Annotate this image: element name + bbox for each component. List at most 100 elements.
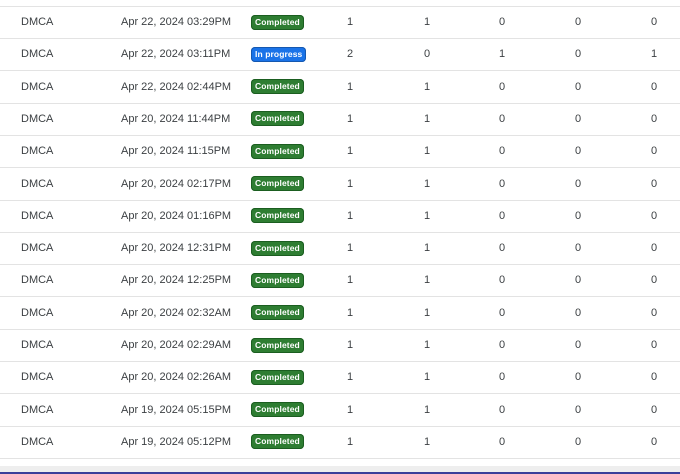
table-row[interactable]: DMCA Apr 20, 2024 02:29AM Completed 1 1 … <box>0 330 680 362</box>
request-date-cell: Apr 20, 2024 11:15PM <box>121 145 231 158</box>
status-cell: Completed <box>251 104 304 135</box>
count-cell-2: 1 <box>423 371 431 384</box>
count-cell-2: 0 <box>423 48 431 61</box>
count-cell-5: 0 <box>650 145 658 158</box>
table-row[interactable]: DMCA Apr 20, 2024 02:32AM Completed 1 1 … <box>0 298 680 330</box>
status-cell: Completed <box>251 7 304 38</box>
request-type-cell: DMCA <box>21 48 54 61</box>
count-cell-5: 0 <box>650 403 658 416</box>
table-row[interactable]: DMCA Apr 20, 2024 11:44PM Completed 1 1 … <box>0 104 680 136</box>
count-cell-4: 0 <box>574 48 582 61</box>
request-date-cell: Apr 20, 2024 02:26AM <box>121 371 232 384</box>
status-badge: Completed <box>251 176 304 192</box>
status-badge: In progress <box>251 46 307 62</box>
count-cell-1: 1 <box>346 339 354 351</box>
request-date-cell: Apr 20, 2024 01:16PM <box>121 209 232 222</box>
count-cell-5: 0 <box>650 16 658 28</box>
status-badge: Completed <box>251 143 304 159</box>
status-cell: Completed <box>251 72 304 103</box>
count-cell-1: 2 <box>346 48 354 61</box>
request-type-cell: DMCA <box>21 145 54 158</box>
request-date-cell: Apr 22, 2024 03:29PM <box>121 16 232 28</box>
status-badge: Completed <box>251 111 304 127</box>
count-cell-3: 0 <box>498 145 506 158</box>
status-cell: Completed <box>251 136 304 167</box>
status-badge: Completed <box>251 79 304 95</box>
table-row[interactable]: DMCA Apr 20, 2024 11:15PM Completed 1 1 … <box>0 136 680 169</box>
count-cell-4: 0 <box>574 403 582 416</box>
count-cell-5: 0 <box>650 80 658 93</box>
count-cell-2: 1 <box>423 80 431 93</box>
request-type-cell: DMCA <box>21 209 54 222</box>
count-cell-4: 0 <box>574 80 582 93</box>
request-date-cell: Apr 20, 2024 12:31PM <box>121 242 232 255</box>
request-date-cell: Apr 20, 2024 11:44PM <box>121 112 231 125</box>
count-cell-4: 0 <box>574 435 582 448</box>
count-cell-5: 0 <box>650 435 658 448</box>
count-cell-1: 1 <box>346 306 354 319</box>
count-cell-1: 1 <box>346 112 354 125</box>
count-cell-4: 0 <box>574 145 582 158</box>
count-cell-1: 1 <box>346 209 354 222</box>
count-cell-2: 1 <box>423 403 431 416</box>
count-cell-4: 0 <box>574 371 582 384</box>
table-row[interactable]: DMCA Apr 22, 2024 03:11PM In progress 2 … <box>0 39 680 72</box>
status-badge: Completed <box>251 337 304 353</box>
count-cell-5: 0 <box>650 371 658 384</box>
status-badge: Completed <box>251 208 304 224</box>
status-badge: Completed <box>251 402 304 418</box>
request-type-cell: DMCA <box>21 80 54 93</box>
status-cell: Completed <box>251 362 304 393</box>
count-cell-1: 1 <box>346 177 354 190</box>
status-badge: Completed <box>251 240 304 256</box>
table-row[interactable]: DMCA Apr 19, 2024 05:15PM Completed 1 1 … <box>0 395 680 427</box>
count-cell-4: 0 <box>574 177 582 190</box>
count-cell-2: 1 <box>423 242 431 255</box>
request-date-cell: Apr 20, 2024 02:17PM <box>121 177 232 190</box>
count-cell-1: 1 <box>346 403 354 416</box>
partially-visible-row <box>0 466 680 474</box>
count-cell-3: 0 <box>498 80 506 93</box>
table-row[interactable]: DMCA Apr 20, 2024 12:25PM Completed 1 1 … <box>0 265 680 298</box>
status-badge: Completed <box>251 305 304 321</box>
count-cell-3: 0 <box>498 16 506 28</box>
count-cell-2: 1 <box>423 339 431 351</box>
count-cell-4: 0 <box>574 242 582 255</box>
count-cell-4: 0 <box>574 16 582 28</box>
status-cell: In progress <box>251 39 307 70</box>
table-row[interactable]: DMCA Apr 20, 2024 12:31PM Completed 1 1 … <box>0 233 680 266</box>
count-cell-5: 0 <box>650 339 658 351</box>
count-cell-2: 1 <box>423 145 431 158</box>
status-cell: Completed <box>251 265 304 296</box>
request-type-cell: DMCA <box>21 274 54 287</box>
count-cell-1: 1 <box>346 242 354 255</box>
status-cell: Completed <box>251 169 304 200</box>
table-row[interactable]: DMCA Apr 20, 2024 02:26AM Completed 1 1 … <box>0 362 680 395</box>
request-type-cell: DMCA <box>21 339 54 351</box>
table-row[interactable]: DMCA Apr 22, 2024 02:44PM Completed 1 1 … <box>0 72 680 104</box>
table-row[interactable]: DMCA Apr 20, 2024 01:16PM Completed 1 1 … <box>0 201 680 233</box>
count-cell-3: 0 <box>498 209 506 222</box>
status-cell: Completed <box>251 395 304 426</box>
request-date-cell: Apr 22, 2024 02:44PM <box>121 80 232 93</box>
count-cell-5: 0 <box>650 306 658 319</box>
count-cell-4: 0 <box>574 112 582 125</box>
count-cell-4: 0 <box>574 209 582 222</box>
table-row[interactable]: DMCA Apr 22, 2024 03:29PM Completed 1 1 … <box>0 7 680 39</box>
request-type-cell: DMCA <box>21 112 54 125</box>
status-cell: Completed <box>251 427 304 458</box>
count-cell-1: 1 <box>346 145 354 158</box>
status-badge: Completed <box>251 272 304 288</box>
count-cell-3: 0 <box>498 435 506 448</box>
count-cell-4: 0 <box>574 339 582 351</box>
count-cell-5: 1 <box>650 48 658 61</box>
request-date-cell: Apr 20, 2024 02:32AM <box>121 306 232 319</box>
request-type-cell: DMCA <box>21 306 54 319</box>
table-row[interactable]: DMCA Apr 19, 2024 05:12PM Completed 1 1 … <box>0 427 680 459</box>
count-cell-1: 1 <box>346 435 354 448</box>
request-date-cell: Apr 20, 2024 02:29AM <box>121 339 232 351</box>
table-row[interactable]: DMCA Apr 20, 2024 02:17PM Completed 1 1 … <box>0 169 680 201</box>
count-cell-5: 0 <box>650 242 658 255</box>
count-cell-4: 0 <box>574 306 582 319</box>
count-cell-4: 0 <box>574 274 582 287</box>
